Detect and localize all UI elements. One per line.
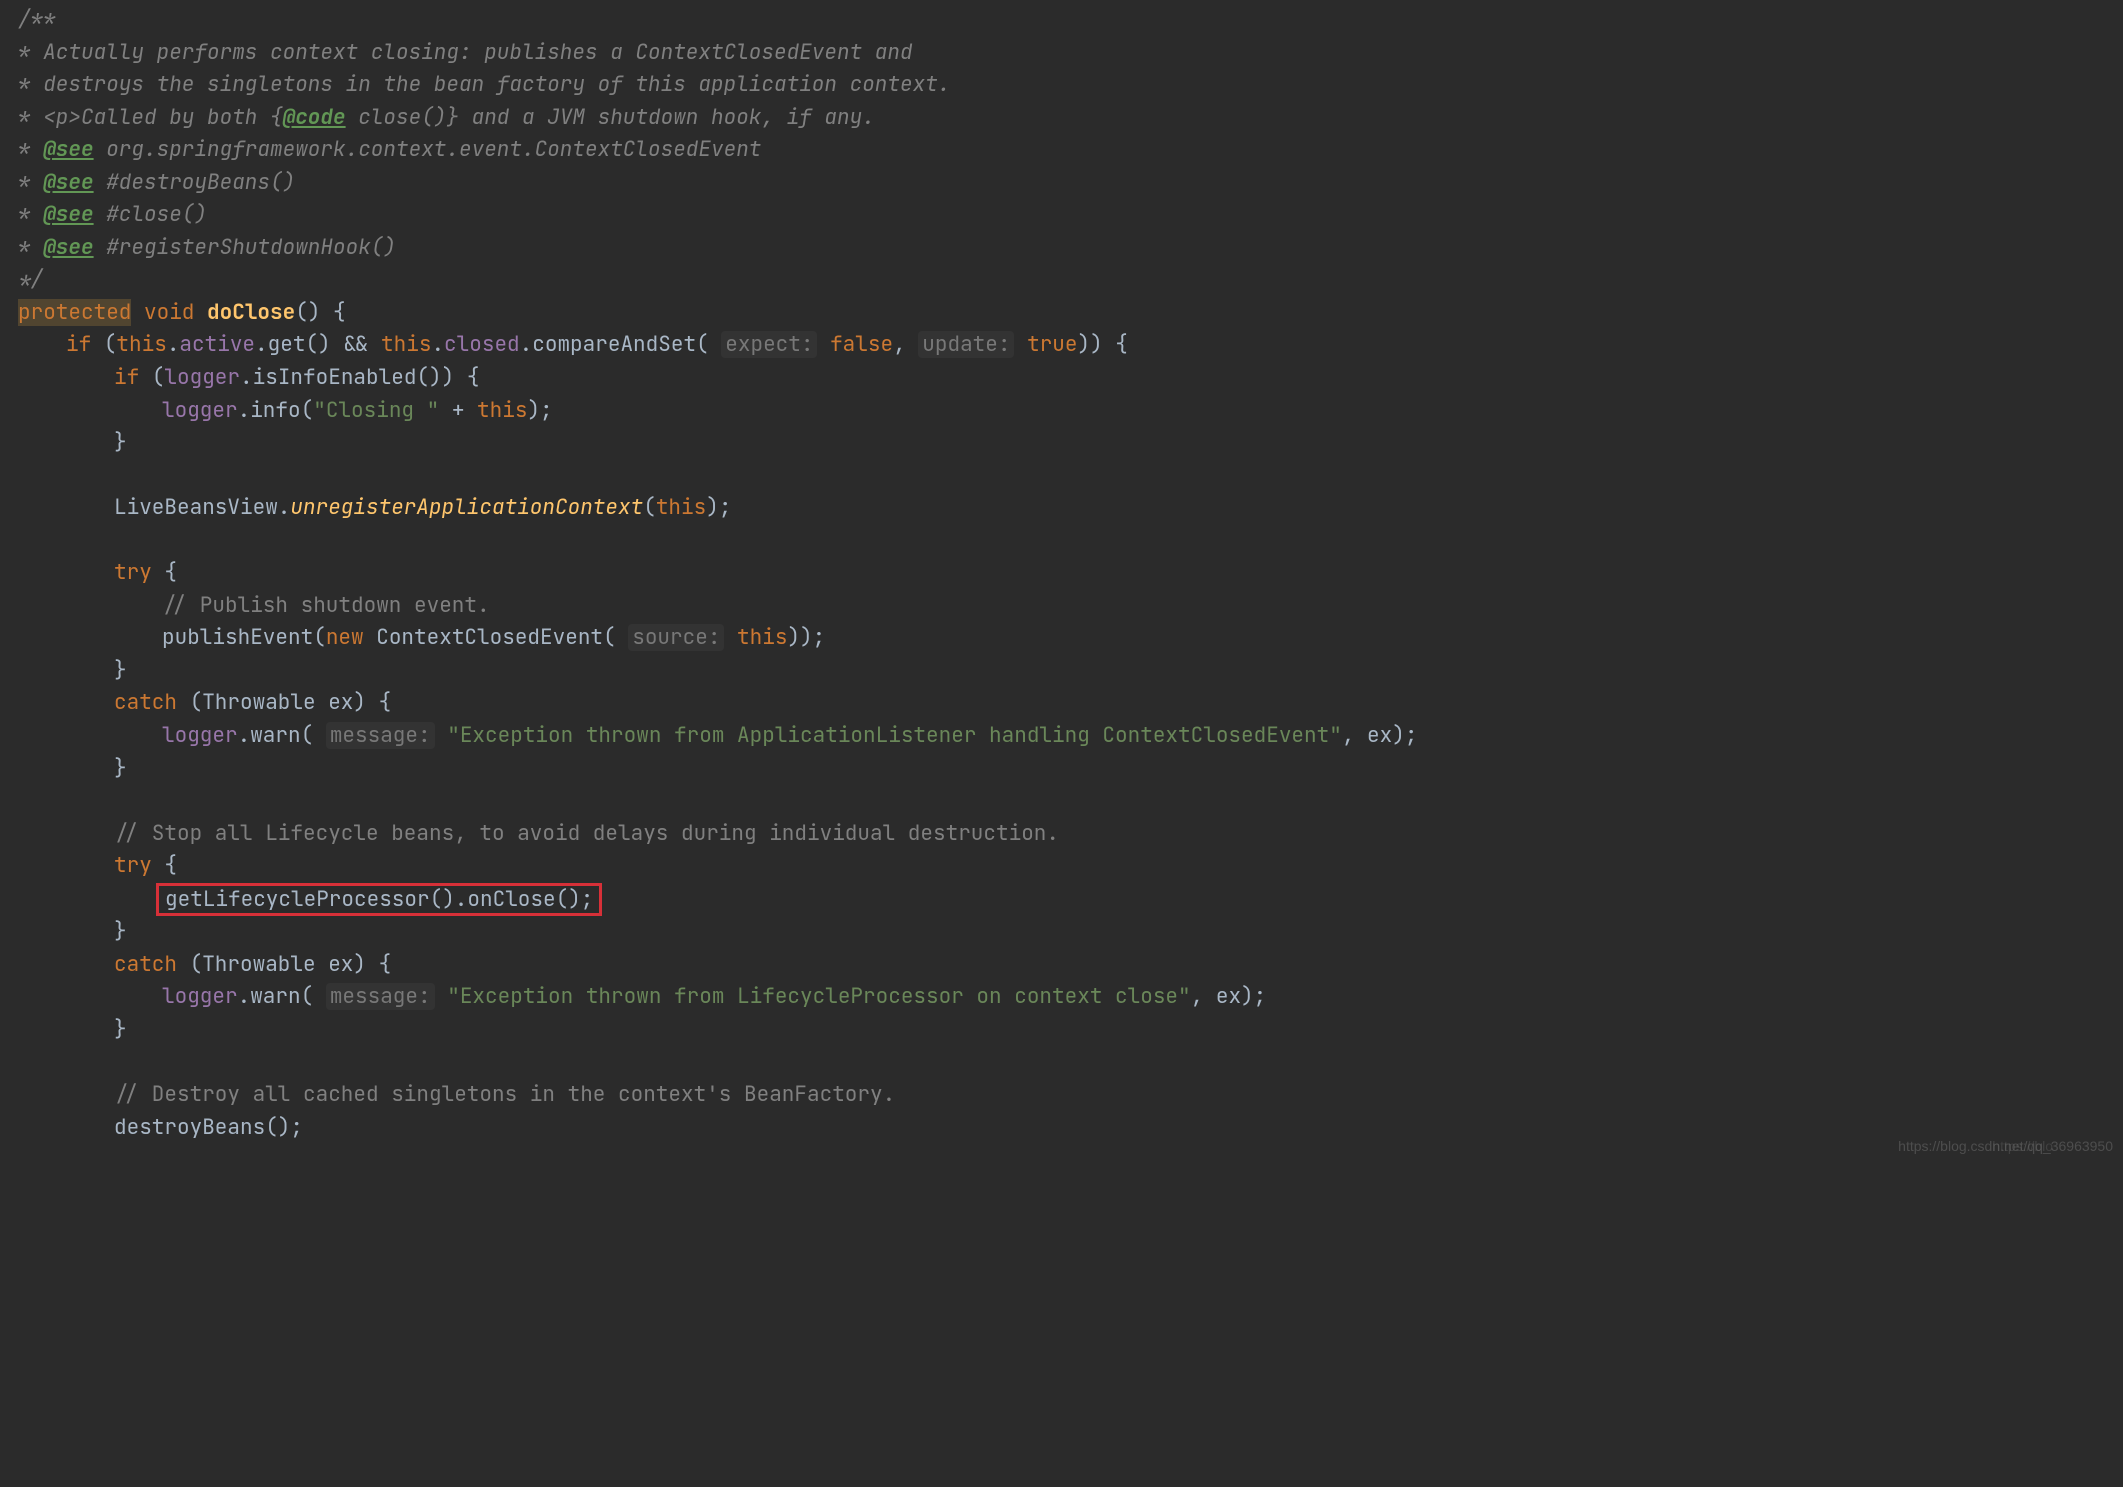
code-line: logger.warn( message: "Exception thrown … xyxy=(0,720,2123,753)
code-line: } xyxy=(0,427,2123,460)
code-line: } xyxy=(0,753,2123,786)
code-line: /** xyxy=(0,4,2123,37)
code-editor[interactable]: /** * Actually performs context closing:… xyxy=(0,0,2123,1164)
code-line: // Stop all Lifecycle beans, to avoid de… xyxy=(0,818,2123,851)
inlay-hint: expect: xyxy=(721,331,817,358)
inlay-hint: update: xyxy=(918,331,1014,358)
code-line: try { xyxy=(0,850,2123,883)
code-line: * @see #destroyBeans() xyxy=(0,167,2123,200)
code-line xyxy=(0,785,2123,818)
code-line xyxy=(0,525,2123,558)
code-line xyxy=(0,1047,2123,1080)
inlay-hint: message: xyxy=(326,722,435,749)
code-line: } xyxy=(0,1014,2123,1047)
code-line xyxy=(0,460,2123,493)
code-line: if (this.active.get() && this.closed.com… xyxy=(0,329,2123,362)
code-line: } xyxy=(0,916,2123,949)
code-line: // Publish shutdown event. xyxy=(0,590,2123,623)
code-line: getLifecycleProcessor().onClose(); xyxy=(0,883,2123,917)
code-line: */ xyxy=(0,264,2123,297)
watermark-text: https://blog.csdn.net/qq_36963950 xyxy=(1898,1136,2113,1158)
code-line: catch (Throwable ex) { xyxy=(0,949,2123,982)
inlay-hint: source: xyxy=(628,624,724,651)
code-line: publishEvent(new ContextClosedEvent( sou… xyxy=(0,622,2123,655)
code-line: * @see #registerShutdownHook() xyxy=(0,232,2123,265)
code-line: try { xyxy=(0,557,2123,590)
code-line: destroyBeans(); xyxy=(0,1112,2123,1145)
code-line: if (logger.isInfoEnabled()) { xyxy=(0,362,2123,395)
code-line: // Destroy all cached singletons in the … xyxy=(0,1079,2123,1112)
code-line: * @see #close() xyxy=(0,199,2123,232)
code-line: protected void doClose() { xyxy=(0,297,2123,330)
code-line: catch (Throwable ex) { xyxy=(0,687,2123,720)
code-line: * destroys the singletons in the bean fa… xyxy=(0,69,2123,102)
inlay-hint: message: xyxy=(326,983,435,1010)
code-line: LiveBeansView.unregisterApplicationConte… xyxy=(0,492,2123,525)
code-line: * Actually performs context closing: pub… xyxy=(0,37,2123,70)
code-line: logger.info("Closing " + this); xyxy=(0,395,2123,428)
code-line: * <p>Called by both {@code close()} and … xyxy=(0,102,2123,135)
code-line: } xyxy=(0,655,2123,688)
code-line: logger.warn( message: "Exception thrown … xyxy=(0,981,2123,1014)
highlighted-box: getLifecycleProcessor().onClose(); xyxy=(156,883,602,916)
code-line: * @see org.springframework.context.event… xyxy=(0,134,2123,167)
